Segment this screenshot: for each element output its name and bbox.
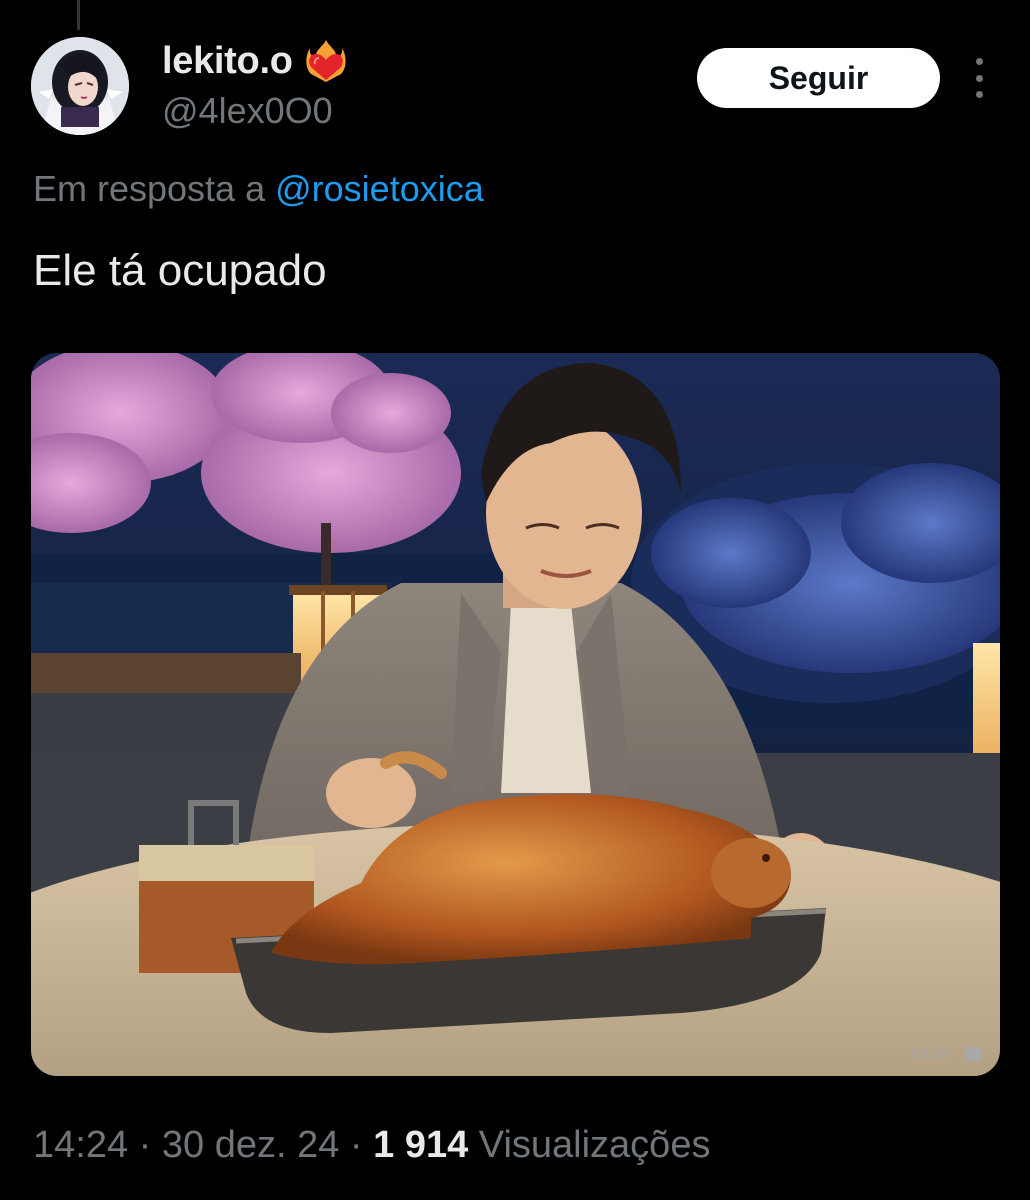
avatar[interactable] <box>31 37 129 135</box>
user-info: lekito.o @4lex0O0 <box>162 36 349 132</box>
follow-button[interactable]: Seguir <box>697 48 940 108</box>
display-name[interactable]: lekito.o <box>162 40 293 83</box>
meta-separator: · <box>138 1124 152 1166</box>
tweet-media-image[interactable]: GROK <box>31 353 1000 1076</box>
reply-context: Em resposta a @rosietoxica <box>33 168 484 210</box>
views-count: 1 914 <box>373 1124 469 1166</box>
more-dot <box>975 58 983 65</box>
tweet-text: Ele tá ocupado <box>33 246 327 295</box>
tweet-date[interactable]: 30 dez. 24 <box>162 1124 339 1166</box>
more-vertical-icon[interactable] <box>964 58 994 98</box>
media-watermark: GROK <box>911 1048 949 1063</box>
tweet-meta: 14:24 · 30 dez. 24 · 1 914 Visualizações <box>33 1124 710 1167</box>
reply-prefix: Em resposta a <box>33 168 266 209</box>
reply-mention-link[interactable]: @rosietoxica <box>275 168 484 209</box>
display-name-row: lekito.o <box>162 36 349 86</box>
more-dot <box>975 74 983 82</box>
views-label[interactable]: Visualizações <box>479 1124 711 1166</box>
flaming-heart-icon <box>303 38 349 84</box>
meta-separator: · <box>349 1124 363 1166</box>
user-handle[interactable]: @4lex0O0 <box>162 90 349 132</box>
more-dot <box>975 91 983 98</box>
tweet-time[interactable]: 14:24 <box>33 1124 128 1166</box>
thread-connector-line <box>77 0 80 30</box>
